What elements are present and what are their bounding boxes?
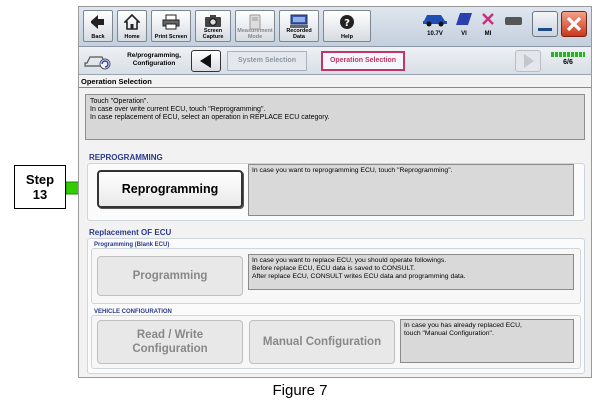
instruction-line: In case replacement of ECU, select an op… bbox=[90, 114, 330, 121]
svg-text:?: ? bbox=[344, 18, 350, 29]
car-icon bbox=[423, 15, 447, 27]
read-write-configuration-button[interactable]: Read / Write Configuration bbox=[97, 320, 243, 364]
nav-forward-button[interactable] bbox=[515, 50, 541, 72]
reprogramming-icon bbox=[84, 56, 111, 70]
step-callout: Step 13 bbox=[14, 165, 66, 209]
manual-desc-line: touch "Manual Configuration". bbox=[404, 330, 494, 337]
manual-desc-line: In case you has already replaced ECU, bbox=[404, 322, 522, 329]
programming-button[interactable]: Programming bbox=[97, 256, 243, 296]
toolbar: Back Home Print Screen Screen Capture Me… bbox=[79, 7, 591, 47]
programming-description: In case you want to replace ECU, you sho… bbox=[248, 254, 574, 290]
close-icon bbox=[566, 16, 582, 32]
consult-window: Back Home Print Screen Screen Capture Me… bbox=[78, 6, 592, 378]
reprogramming-description: In case you want to reprogramming ECU, t… bbox=[248, 164, 574, 216]
crumb-reprogramming-configuration[interactable]: Re/programming, Configuration bbox=[83, 51, 191, 71]
instruction-line: Touch "Operation". bbox=[90, 98, 149, 105]
help-icon: ? bbox=[340, 15, 354, 29]
crumb-operation-selection[interactable]: Operation Selection bbox=[321, 51, 405, 71]
home-button[interactable]: Home bbox=[117, 10, 147, 42]
instruction-line: In case over write current ECU, touch "R… bbox=[90, 106, 266, 113]
step-number: 13 bbox=[32, 187, 48, 202]
camera-icon bbox=[205, 15, 221, 27]
triangle-right-icon bbox=[524, 54, 534, 68]
crumb-reprogramming-label: Re/programming, Configuration bbox=[127, 52, 181, 67]
page-count: 6/6 bbox=[563, 59, 573, 66]
close-button[interactable] bbox=[561, 11, 587, 37]
read-write-label: Read / Write bbox=[136, 329, 204, 341]
configuration-label: Configuration bbox=[132, 343, 208, 355]
back-arrow-icon bbox=[91, 15, 104, 29]
page-progress-bar bbox=[551, 52, 585, 57]
screen-capture-button[interactable]: Screen Capture bbox=[195, 10, 231, 42]
minimize-button[interactable] bbox=[532, 11, 558, 37]
page-title: Operation Selection bbox=[81, 77, 152, 86]
manual-configuration-description: In case you has already replaced ECU, to… bbox=[400, 319, 574, 363]
programming-desc-line: Before replace ECU, ECU data is saved to… bbox=[252, 265, 416, 272]
printer-icon bbox=[162, 14, 180, 30]
recorded-data-button[interactable]: Recorded Data bbox=[279, 10, 319, 42]
help-button[interactable]: ? Help bbox=[323, 10, 371, 42]
manual-configuration-button[interactable]: Manual Configuration bbox=[249, 320, 395, 364]
figure-caption: Figure 7 bbox=[272, 382, 328, 399]
breadcrumb: Re/programming, Configuration System Sel… bbox=[79, 47, 591, 75]
mi-disconnected-icon bbox=[482, 13, 494, 25]
connector-icon bbox=[505, 17, 522, 25]
back-button[interactable]: Back bbox=[83, 10, 113, 42]
page-indicator: 6/6 bbox=[549, 51, 587, 71]
replacement-heading: Replacement OF ECU bbox=[89, 228, 172, 237]
instruction-box: Touch "Operation". In case over write cu… bbox=[85, 94, 585, 140]
divider bbox=[79, 87, 591, 88]
nav-back-button[interactable] bbox=[191, 50, 221, 72]
reprogramming-button[interactable]: Reprogramming bbox=[97, 170, 243, 208]
programming-desc-line: In case you want to replace ECU, you sho… bbox=[252, 257, 447, 264]
reprogramming-heading: REPROGRAMMING bbox=[89, 153, 163, 162]
triangle-left-icon bbox=[200, 54, 211, 68]
step-label: Step bbox=[25, 172, 55, 187]
crumb-system-selection[interactable]: System Selection bbox=[227, 51, 307, 71]
programming-desc-line: After replace ECU, CONSULT writes ECU da… bbox=[252, 273, 466, 280]
measurement-mode-button[interactable]: Measurement Mode bbox=[235, 10, 275, 42]
vi-connection-icon bbox=[456, 13, 472, 25]
home-icon bbox=[124, 14, 140, 30]
print-screen-button[interactable]: Print Screen bbox=[151, 10, 191, 42]
